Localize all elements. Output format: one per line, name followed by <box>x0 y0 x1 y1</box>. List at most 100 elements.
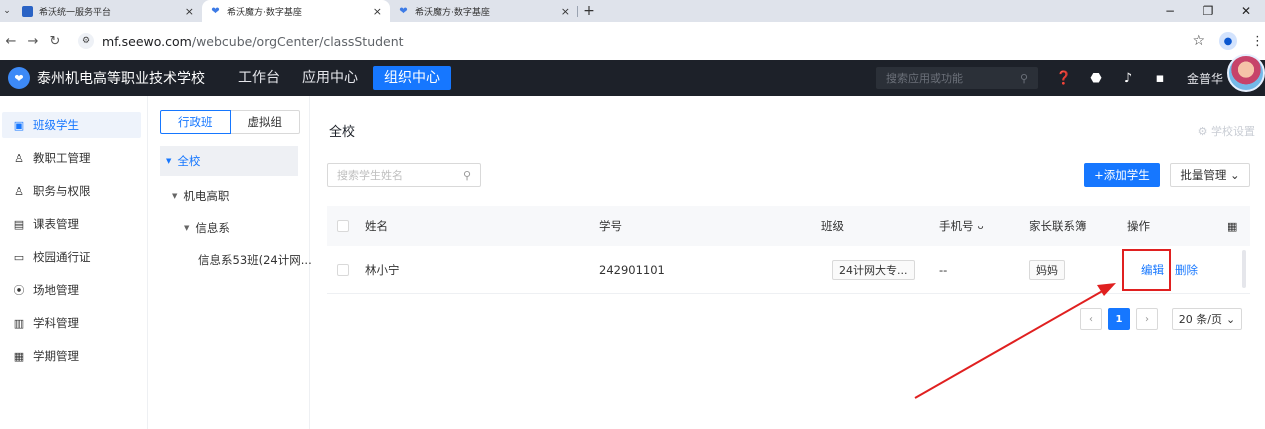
checkbox[interactable] <box>337 220 349 232</box>
sidebar-item-label: 课表管理 <box>33 217 79 231</box>
book-icon: ▥ <box>13 316 25 330</box>
student-id: 242901101 <box>599 262 665 277</box>
header-search-input[interactable]: 搜索应用或功能 ⚲ <box>876 67 1038 89</box>
notification-bell-icon[interactable]: ♪ <box>1112 71 1144 86</box>
browser-menu-icon[interactable]: ⋮ <box>1251 34 1264 49</box>
search-icon: ⚲ <box>1019 71 1028 85</box>
prev-page-icon[interactable]: ‹ <box>1080 308 1102 330</box>
segment-admin-class[interactable]: 行政班 <box>160 110 231 134</box>
tab-title: 希沃统一服务平台 <box>39 7 112 18</box>
sidebar-item-campus-pass[interactable]: ▭ 校园通行证 <box>2 244 141 270</box>
tab-title: 希沃魔方·数字基座 <box>227 7 302 18</box>
close-window-icon[interactable]: ✕ <box>1227 0 1265 22</box>
sidebar-item-venues[interactable]: ⦿ 场地管理 <box>2 277 141 303</box>
nav-org-center[interactable]: 组织中心 <box>373 66 451 90</box>
help-icon[interactable]: ❓ <box>1048 71 1080 86</box>
tab-close-icon[interactable]: × <box>373 5 382 18</box>
url-path: /webcube/orgCenter/classStudent <box>191 33 404 49</box>
tab-separator <box>577 6 578 17</box>
app-header: ❤ 泰州机电高等职业技术学校 工作台 应用中心 组织中心 搜索应用或功能 ⚲ ❓… <box>0 60 1265 96</box>
student-search-box[interactable]: ⚲ <box>327 163 481 187</box>
sidebar-item-label: 校园通行证 <box>33 250 91 264</box>
tab-search-chevron-icon[interactable]: ⌄ <box>0 0 14 22</box>
settings-icon[interactable]: ⬣ <box>1080 71 1112 86</box>
batch-manage-button[interactable]: 批量管理 ⌄ <box>1170 163 1250 187</box>
col-phone-label: 手机号 <box>939 219 974 233</box>
sidebar-item-label: 教职工管理 <box>33 151 91 165</box>
col-parent: 家长联系簿 <box>1029 219 1087 233</box>
browser-tab-digital-base[interactable]: ❤ 希沃魔方·数字基座 × <box>390 0 578 22</box>
profile-icon[interactable]: ● <box>1219 32 1237 50</box>
site-info-icon[interactable]: ⚙ <box>78 33 94 49</box>
caret-down-icon[interactable]: ▼ <box>184 224 189 232</box>
table-scrollbar[interactable] <box>1242 250 1246 288</box>
tab-close-icon[interactable]: × <box>561 5 570 18</box>
forward-icon[interactable]: → <box>22 34 44 49</box>
user-avatar[interactable] <box>1227 54 1265 92</box>
message-icon[interactable]: ▪ <box>1144 71 1176 86</box>
nav-app-center[interactable]: 应用中心 <box>291 66 369 90</box>
user-name[interactable]: 金普华 <box>1187 70 1223 87</box>
chevron-down-icon: ⌄ <box>1230 168 1240 182</box>
sidebar-item-terms[interactable]: ▦ 学期管理 <box>2 343 141 369</box>
page-number-current[interactable]: 1 <box>1108 308 1130 330</box>
segment-virtual-group[interactable]: 虚拟组 <box>230 110 300 134</box>
tree-node-class[interactable]: 信息系53班(24计网... <box>198 252 312 268</box>
annotation-highlight-box <box>1122 249 1171 291</box>
browser-tab-digital-base-active[interactable]: ❤ 希沃魔方·数字基座 × <box>202 0 390 22</box>
sidebar-item-schedule[interactable]: ▤ 课表管理 <box>2 211 141 237</box>
column-settings-icon[interactable]: ▦ <box>1227 206 1237 246</box>
window-controls: − ❐ ✕ <box>1151 0 1265 22</box>
add-student-button[interactable]: +添加学生 <box>1084 163 1160 187</box>
tree-node-label: 机电高职 <box>183 189 230 203</box>
select-all-checkbox[interactable] <box>337 206 349 246</box>
org-tree-panel: 行政班 虚拟组 ▼ 全校 ▼ 机电高职 ▼ 信息系 信息系53班(24计网... <box>148 96 312 429</box>
tab-close-icon[interactable]: × <box>185 5 194 18</box>
pagination: ‹ 1 › 20 条/页 ⌄ <box>1080 308 1242 330</box>
reload-icon[interactable]: ↻ <box>44 34 66 49</box>
sidebar-item-label: 学期管理 <box>33 349 79 363</box>
sidebar-item-class-students[interactable]: ▣ 班级学生 <box>2 112 141 138</box>
tree-node-department[interactable]: ▼ 机电高职 <box>172 188 229 204</box>
delete-link[interactable]: 删除 <box>1175 246 1198 293</box>
tree-node-school[interactable]: ▼ 全校 <box>160 146 298 176</box>
minimize-icon[interactable]: − <box>1151 0 1189 22</box>
student-name: 林小宁 <box>365 262 400 277</box>
student-search-input[interactable] <box>337 168 463 182</box>
sidebar-item-roles[interactable]: ♙ 职务与权限 <box>2 178 141 204</box>
tab-title: 希沃魔方·数字基座 <box>415 7 490 18</box>
sidebar-item-label: 职务与权限 <box>33 184 91 198</box>
restore-icon[interactable]: ❐ <box>1189 0 1227 22</box>
address-bar[interactable]: ⚙ mf.seewo.com/webcube/orgCenter/classSt… <box>72 28 1222 54</box>
bookmark-star-icon[interactable]: ☆ <box>1192 33 1205 49</box>
chevron-down-icon: ⌄ <box>1225 312 1236 326</box>
back-icon[interactable]: ← <box>0 34 22 49</box>
col-phone: 手机号 ᴗ <box>939 206 984 246</box>
search-icon[interactable]: ⚲ <box>463 169 471 182</box>
sidebar-item-label: 场地管理 <box>33 283 79 297</box>
next-page-icon[interactable]: › <box>1136 308 1158 330</box>
url-host: mf.seewo.com <box>102 33 192 49</box>
caret-down-icon[interactable]: ▼ <box>172 192 177 200</box>
sidebar-item-subjects[interactable]: ▥ 学科管理 <box>2 310 141 336</box>
row-checkbox[interactable] <box>337 246 349 293</box>
school-settings-label: 学校设置 <box>1211 125 1255 138</box>
new-tab-button[interactable]: + <box>578 0 600 22</box>
sidebar-item-staff[interactable]: ♙ 教职工管理 <box>2 145 141 171</box>
tree-node-label: 信息系 <box>195 221 230 235</box>
url-text: mf.seewo.com/webcube/orgCenter/classStud… <box>102 34 404 49</box>
parent-tag[interactable]: 妈妈 <box>1029 259 1065 280</box>
browser-tab-seewo-platform[interactable]: 希沃统一服务平台 × <box>14 0 202 22</box>
term-icon: ▦ <box>13 349 25 363</box>
sidebar: ▣ 班级学生 ♙ 教职工管理 ♙ 职务与权限 ▤ 课表管理 ▭ 校园通行证 ⦿ 场地管理 ▥… <box>0 96 148 429</box>
tree-node-faculty[interactable]: ▼ 信息系 <box>184 220 230 236</box>
caret-down-icon[interactable]: ▼ <box>166 157 171 165</box>
nav-workbench[interactable]: 工作台 <box>227 66 291 90</box>
tree-node-label: 信息系53班(24计网... <box>198 253 312 267</box>
eye-closed-icon[interactable]: ᴗ <box>978 221 984 232</box>
page-size-select[interactable]: 20 条/页 ⌄ <box>1172 308 1242 330</box>
checkbox[interactable] <box>337 263 349 276</box>
sidebar-item-label: 学科管理 <box>33 316 79 330</box>
card-icon: ▭ <box>13 250 25 264</box>
school-settings-link[interactable]: ⚙ 学校设置 <box>1198 123 1255 139</box>
